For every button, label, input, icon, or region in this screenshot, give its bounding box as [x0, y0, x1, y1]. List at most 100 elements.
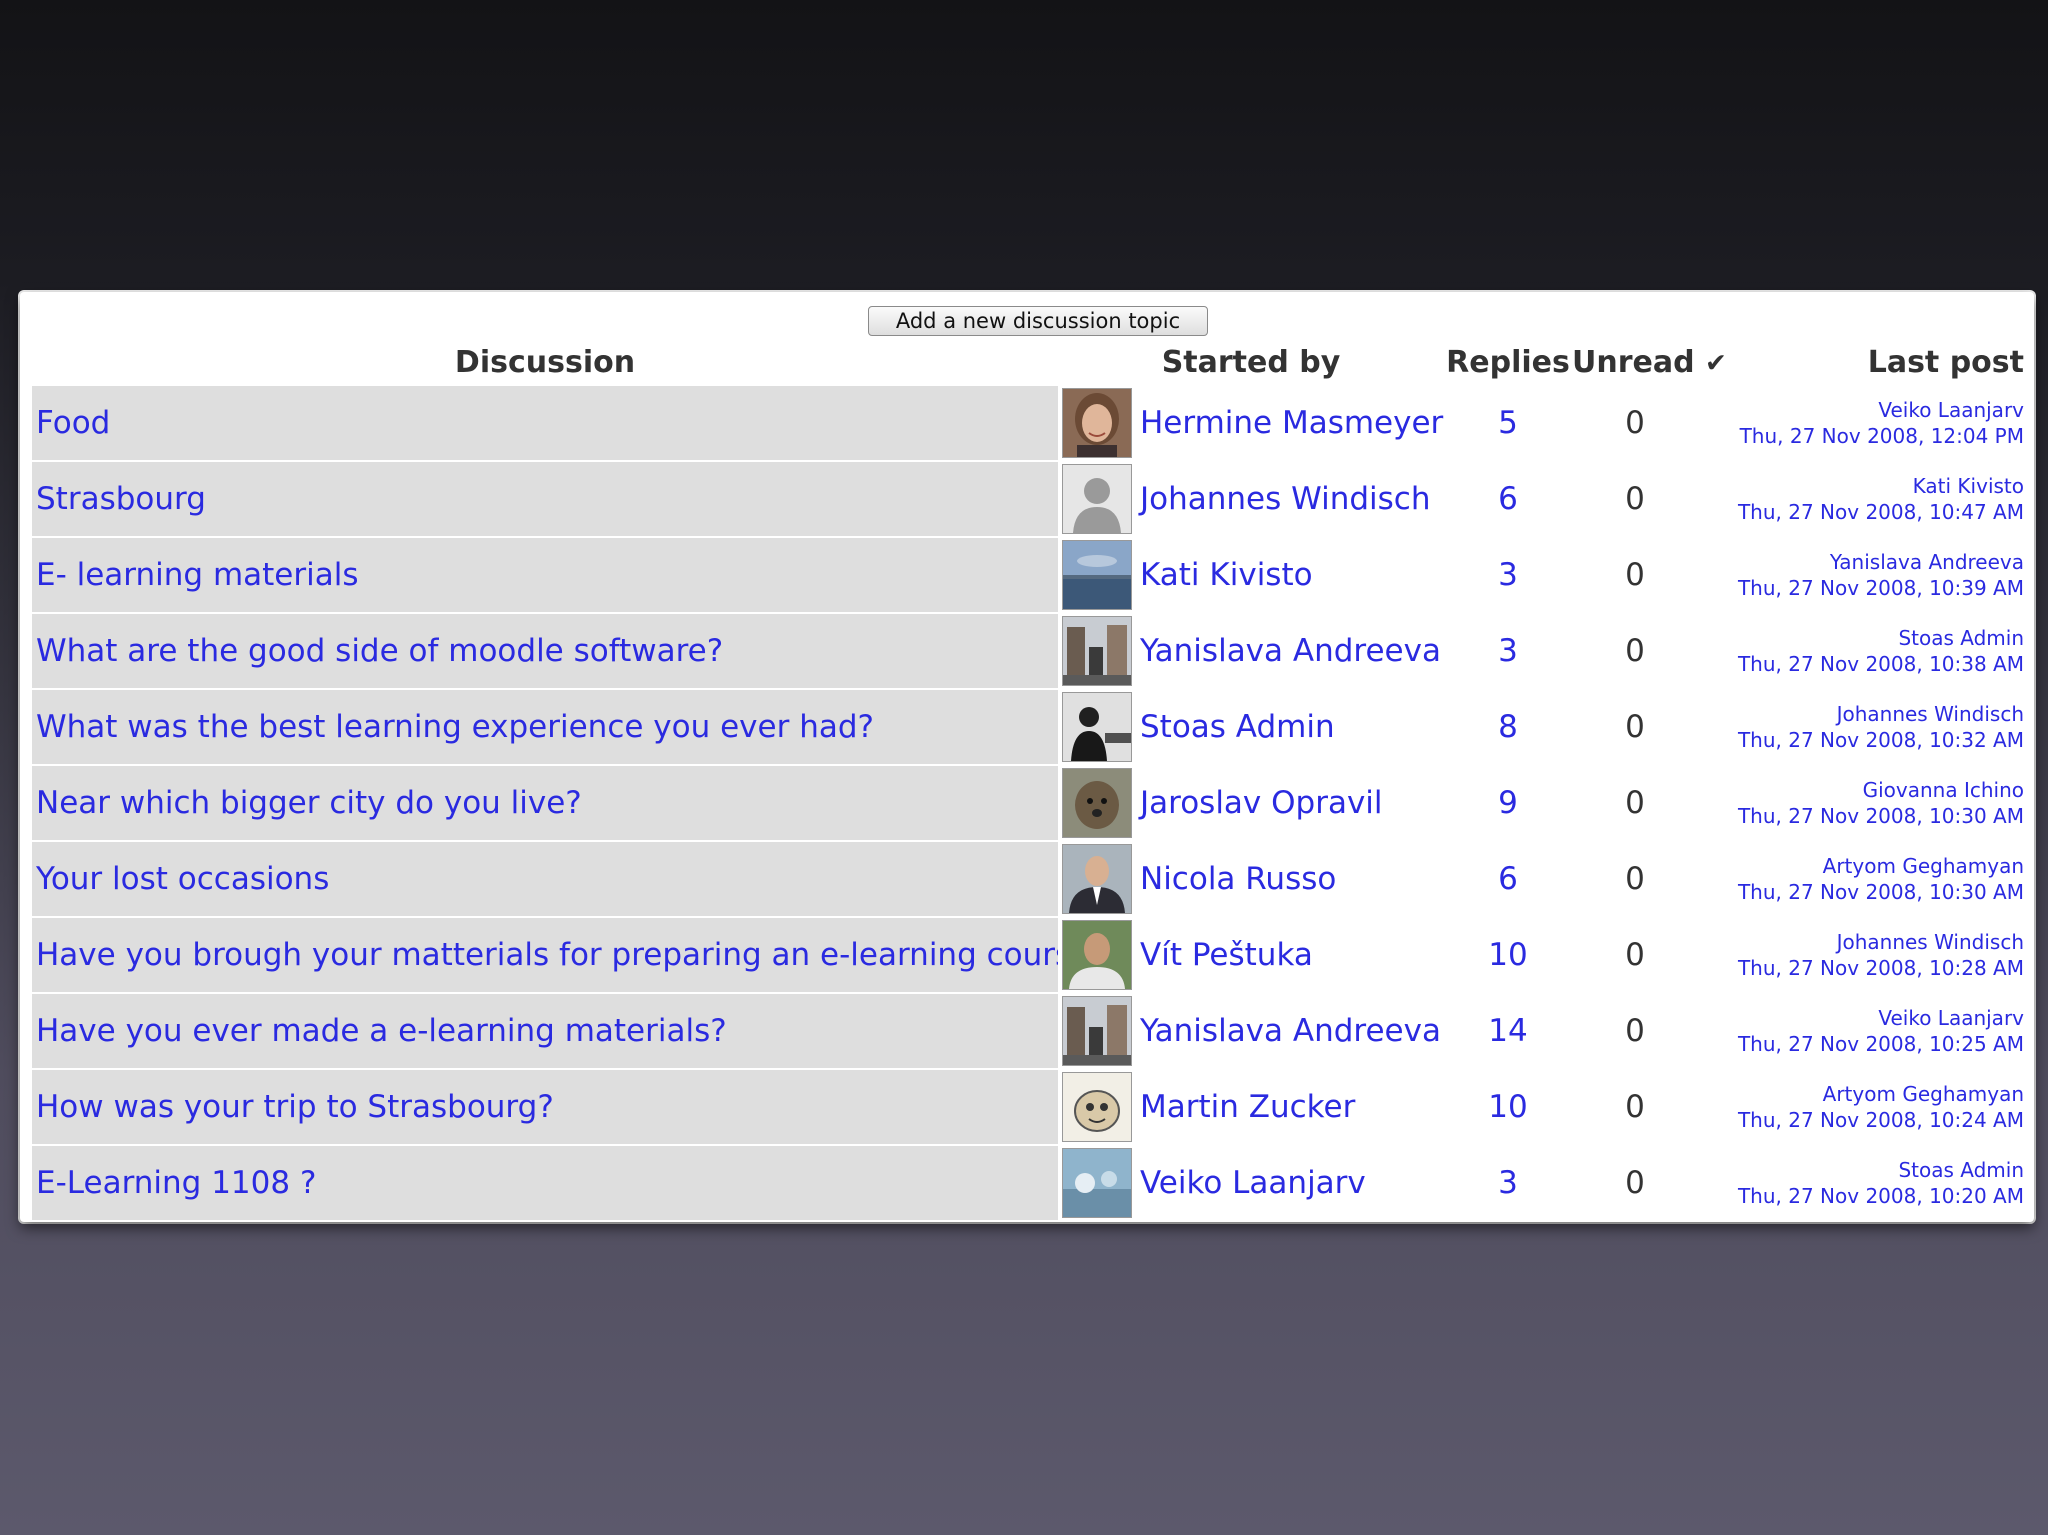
avatar-cell [1058, 612, 1136, 689]
replies-count-link[interactable]: 5 [1498, 405, 1518, 441]
forum-panel: Add a new discussion topic Discussion St… [20, 292, 2034, 1222]
mark-read-check-icon[interactable]: ✔ [1705, 348, 1727, 378]
discussion-cell: Food [32, 384, 1058, 461]
unread-count: 0 [1572, 536, 1698, 613]
author-link[interactable]: Kati Kivisto [1140, 557, 1313, 593]
column-header-discussion[interactable]: Discussion [32, 340, 1058, 386]
last-post-cell: Yanislava Andreeva Thu, 27 Nov 2008, 10:3… [1698, 536, 2026, 613]
last-post-user-link[interactable]: Artyom Geghamyan [1823, 1082, 2024, 1106]
avatar[interactable] [1062, 1072, 1132, 1142]
avatar-cell [1058, 460, 1136, 537]
discussion-topic-link[interactable]: What are the good side of moodle softwar… [36, 633, 723, 669]
replies-count-link[interactable]: 6 [1498, 481, 1518, 517]
last-post-date-link[interactable]: Thu, 27 Nov 2008, 10:24 AM [1738, 1108, 2024, 1132]
author-link[interactable]: Hermine Masmeyer [1140, 405, 1443, 441]
author-link[interactable]: Johannes Windisch [1140, 481, 1431, 517]
replies-cell: 3 [1444, 612, 1572, 689]
add-discussion-topic-button[interactable]: Add a new discussion topic [868, 306, 1208, 336]
last-post-user-link[interactable]: Veiko Laanjarv [1878, 398, 2024, 422]
discussion-topic-link[interactable]: E-Learning 1108 ? [36, 1165, 316, 1201]
last-post-user-link[interactable]: Yanislava Andreeva [1830, 550, 2024, 574]
discussion-cell: What was the best learning experience yo… [32, 688, 1058, 765]
author-link[interactable]: Yanislava Andreeva [1140, 633, 1441, 669]
avatar[interactable] [1062, 388, 1132, 458]
replies-count-link[interactable]: 10 [1488, 937, 1527, 973]
unread-count: 0 [1572, 840, 1698, 917]
replies-count-link[interactable]: 9 [1498, 785, 1518, 821]
discussion-cell: Have you brough your matterials for prep… [32, 916, 1058, 993]
author-link[interactable]: Stoas Admin [1140, 709, 1335, 745]
author-link[interactable]: Nicola Russo [1140, 861, 1336, 897]
last-post-date-link[interactable]: Thu, 27 Nov 2008, 12:04 PM [1740, 424, 2024, 448]
replies-cell: 3 [1444, 1144, 1572, 1220]
last-post-date-link[interactable]: Thu, 27 Nov 2008, 10:25 AM [1738, 1032, 2024, 1056]
table-row: E- learning materials Kati Kivisto 3 0 Yanis… [32, 536, 2026, 613]
discussion-topic-link[interactable]: Near which bigger city do you live? [36, 785, 582, 821]
replies-count-link[interactable]: 14 [1488, 1013, 1527, 1049]
table-row: E-Learning 1108 ? Veiko Laanjarv 3 0 Stoas A… [32, 1144, 2026, 1220]
discussion-topic-link[interactable]: Food [36, 405, 110, 441]
author-cell: Jaroslav Opravil [1136, 764, 1444, 841]
author-link[interactable]: Vít Peštuka [1140, 937, 1313, 973]
replies-cell: 8 [1444, 688, 1572, 765]
avatar[interactable] [1062, 996, 1132, 1066]
last-post-cell: Stoas Admin Thu, 27 Nov 2008, 10:38 AM [1698, 612, 2026, 689]
discussion-topic-link[interactable]: Your lost occasions [36, 861, 329, 897]
author-cell: Veiko Laanjarv [1136, 1144, 1444, 1220]
last-post-user-link[interactable]: Stoas Admin [1898, 1158, 2024, 1182]
table-row: Have you brough your matterials for prep… [32, 916, 2026, 993]
avatar[interactable] [1062, 616, 1132, 686]
unread-count: 0 [1572, 384, 1698, 461]
author-link[interactable]: Yanislava Andreeva [1140, 1013, 1441, 1049]
last-post-date-link[interactable]: Thu, 27 Nov 2008, 10:30 AM [1738, 880, 2024, 904]
replies-count-link[interactable]: 6 [1498, 861, 1518, 897]
discussion-topic-link[interactable]: Have you ever made a e-learning material… [36, 1013, 727, 1049]
avatar[interactable] [1062, 692, 1132, 762]
last-post-user-link[interactable]: Artyom Geghamyan [1823, 854, 2024, 878]
discussion-topic-link[interactable]: Have you brough your matterials for prep… [36, 937, 1058, 973]
last-post-date-link[interactable]: Thu, 27 Nov 2008, 10:47 AM [1738, 500, 2024, 524]
unread-count: 0 [1572, 612, 1698, 689]
discussion-topic-link[interactable]: What was the best learning experience yo… [36, 709, 874, 745]
avatar[interactable] [1062, 920, 1132, 990]
avatar[interactable] [1062, 844, 1132, 914]
last-post-date-link[interactable]: Thu, 27 Nov 2008, 10:28 AM [1738, 956, 2024, 980]
discussion-topic-link[interactable]: Strasbourg [36, 481, 206, 517]
replies-cell: 9 [1444, 764, 1572, 841]
last-post-cell: Kati Kivisto Thu, 27 Nov 2008, 10:47 AM [1698, 460, 2026, 537]
last-post-cell: Johannes Windisch Thu, 27 Nov 2008, 10:32… [1698, 688, 2026, 765]
replies-cell: 10 [1444, 916, 1572, 993]
last-post-user-link[interactable]: Kati Kivisto [1913, 474, 2024, 498]
last-post-user-link[interactable]: Stoas Admin [1898, 626, 2024, 650]
last-post-date-link[interactable]: Thu, 27 Nov 2008, 10:38 AM [1738, 652, 2024, 676]
last-post-user-link[interactable]: Giovanna Ichino [1863, 778, 2024, 802]
last-post-user-link[interactable]: Veiko Laanjarv [1878, 1006, 2024, 1030]
replies-count-link[interactable]: 10 [1488, 1089, 1527, 1125]
last-post-date-link[interactable]: Thu, 27 Nov 2008, 10:39 AM [1738, 576, 2024, 600]
last-post-date-link[interactable]: Thu, 27 Nov 2008, 10:30 AM [1738, 804, 2024, 828]
unread-count: 0 [1572, 1144, 1698, 1220]
replies-count-link[interactable]: 3 [1498, 1165, 1518, 1201]
author-link[interactable]: Martin Zucker [1140, 1089, 1355, 1125]
column-header-started-by[interactable]: Started by [1058, 340, 1444, 386]
replies-count-link[interactable]: 8 [1498, 709, 1518, 745]
avatar[interactable] [1062, 464, 1132, 534]
avatar[interactable] [1062, 768, 1132, 838]
discussion-topic-link[interactable]: How was your trip to Strasbourg? [36, 1089, 554, 1125]
author-link[interactable]: Jaroslav Opravil [1140, 785, 1383, 821]
avatar-cell [1058, 1144, 1136, 1220]
replies-cell: 3 [1444, 536, 1572, 613]
last-post-date-link[interactable]: Thu, 27 Nov 2008, 10:32 AM [1738, 728, 2024, 752]
author-link[interactable]: Veiko Laanjarv [1140, 1165, 1366, 1201]
last-post-user-link[interactable]: Johannes Windisch [1837, 930, 2024, 954]
column-header-replies[interactable]: Replies [1444, 340, 1572, 386]
avatar[interactable] [1062, 540, 1132, 610]
replies-cell: 10 [1444, 1068, 1572, 1145]
replies-count-link[interactable]: 3 [1498, 633, 1518, 669]
avatar[interactable] [1062, 1148, 1132, 1218]
author-cell: Yanislava Andreeva [1136, 612, 1444, 689]
replies-count-link[interactable]: 3 [1498, 557, 1518, 593]
discussion-topic-link[interactable]: E- learning materials [36, 557, 359, 593]
last-post-user-link[interactable]: Johannes Windisch [1837, 702, 2024, 726]
last-post-date-link[interactable]: Thu, 27 Nov 2008, 10:20 AM [1738, 1184, 2024, 1208]
